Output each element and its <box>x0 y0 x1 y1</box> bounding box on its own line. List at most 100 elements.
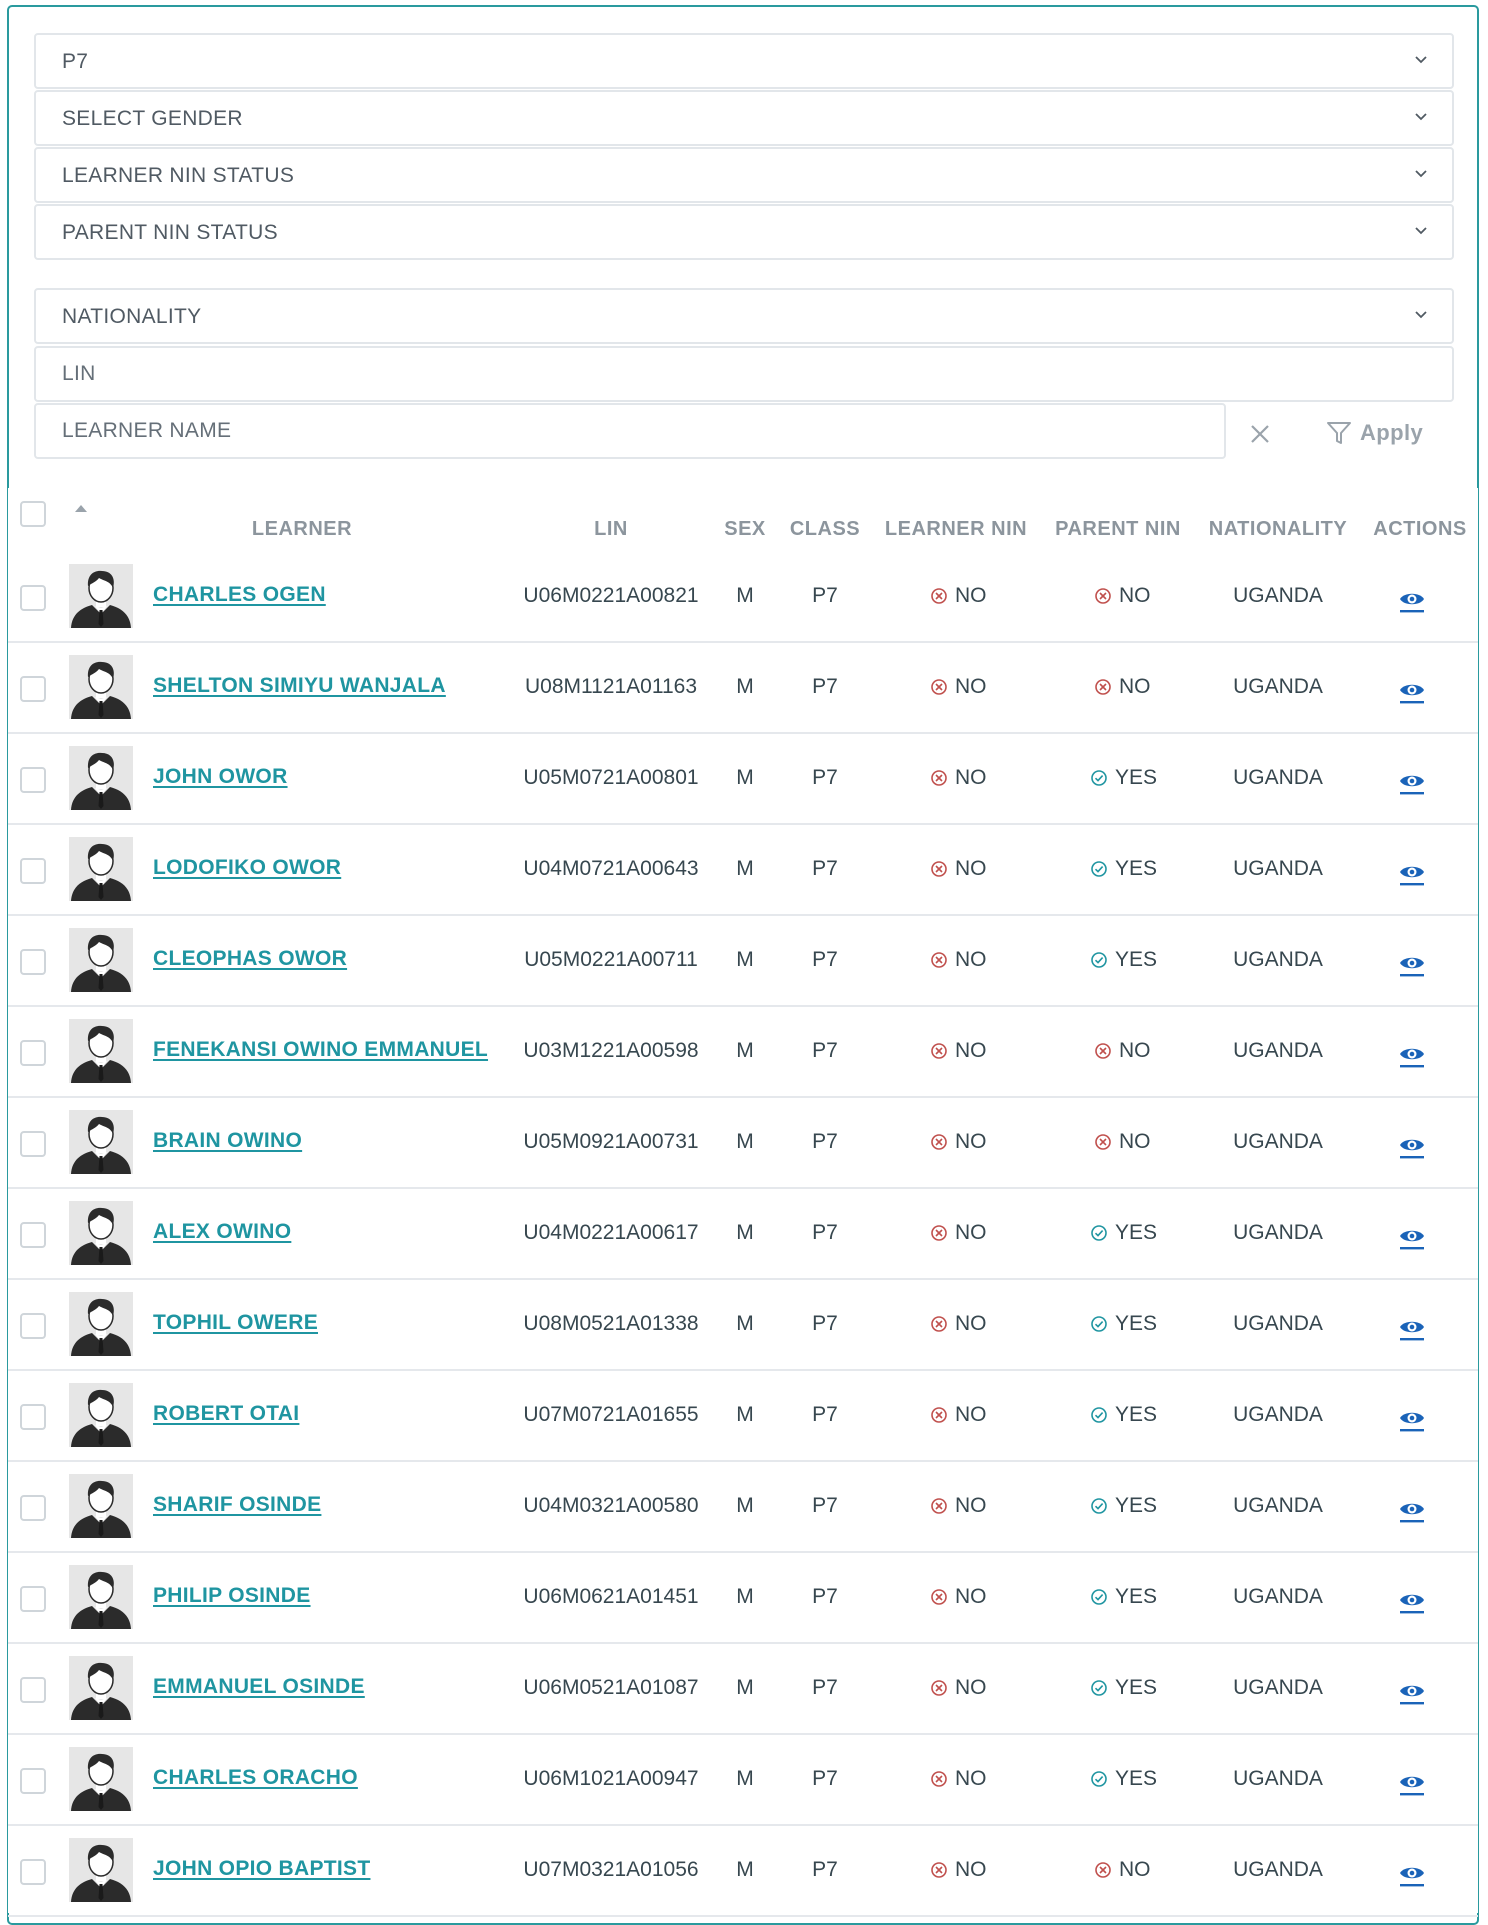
view-eye-icon[interactable] <box>1398 950 1426 978</box>
learner-name-input[interactable] <box>36 405 1224 457</box>
person-icon <box>69 1838 133 1902</box>
learner-name-link[interactable]: EMMANUEL OSINDE <box>153 1675 365 1699</box>
header-actions: ACTIONS <box>1373 518 1467 540</box>
learner-name-link[interactable]: SHELTON SIMIYU WANJALA <box>153 674 446 698</box>
row-checkbox[interactable] <box>20 1495 46 1521</box>
learner-nin-cell: NO <box>930 1221 987 1245</box>
learner-nin-value: NO <box>955 675 987 698</box>
parent-nin-cell: YES <box>1090 1585 1157 1609</box>
learner-name-link[interactable]: PHILIP OSINDE <box>153 1584 311 1608</box>
nationality-cell: UGANDA <box>1233 1585 1323 1608</box>
lin-field <box>34 346 1454 402</box>
learner-nin-value: NO <box>955 766 987 789</box>
row-checkbox[interactable] <box>20 1586 46 1612</box>
row-checkbox[interactable] <box>20 1313 46 1339</box>
view-eye-icon[interactable] <box>1398 1496 1426 1524</box>
sex-cell: M <box>736 857 754 880</box>
nationality-select[interactable]: NATIONALITY <box>34 288 1454 344</box>
parent-nin-cell: NO <box>1094 584 1151 608</box>
view-eye-icon[interactable] <box>1398 1405 1426 1433</box>
learner-name-link[interactable]: SHARIF OSINDE <box>153 1493 321 1517</box>
learner-name-link[interactable]: CHARLES ORACHO <box>153 1766 358 1790</box>
row-checkbox[interactable] <box>20 676 46 702</box>
row-checkbox[interactable] <box>20 1040 46 1066</box>
learner-name-link[interactable]: ALEX OWINO <box>153 1220 291 1244</box>
apply-filter-button[interactable]: Apply <box>1326 418 1423 448</box>
learner-name-link[interactable]: ROBERT OTAI <box>153 1402 299 1426</box>
table-row: CHARLES OGEN U06M0221A00821 M P7 NO NO UGANDA <box>8 552 1478 643</box>
learner-nin-value: NO <box>955 1767 987 1790</box>
table-row: SHARIF OSINDE U04M0321A00580 M P7 NO YES UGAND… <box>8 1462 1478 1553</box>
row-checkbox[interactable] <box>20 1859 46 1885</box>
learner-name-link[interactable]: FENEKANSI OWINO EMMANUEL <box>153 1038 488 1062</box>
row-checkbox[interactable] <box>20 858 46 884</box>
parent-nin-value: YES <box>1115 1585 1158 1608</box>
learner-name-link[interactable]: LODOFIKO OWOR <box>153 856 341 880</box>
no-status-icon <box>931 588 947 604</box>
header-learner[interactable]: LEARNER <box>252 518 352 541</box>
header-sex[interactable]: SEX <box>724 518 766 541</box>
row-checkbox[interactable] <box>20 1677 46 1703</box>
learner-nin-status-select[interactable]: LEARNER NIN STATUS <box>34 147 1454 203</box>
class-cell: P7 <box>812 584 838 607</box>
row-checkbox[interactable] <box>20 1404 46 1430</box>
header-nationality[interactable]: NATIONALITY <box>1209 518 1347 541</box>
view-eye-icon[interactable] <box>1398 1041 1426 1069</box>
chevron-down-icon <box>1415 170 1427 178</box>
nationality-cell: UGANDA <box>1233 1312 1323 1335</box>
gender-select[interactable]: SELECT GENDER <box>34 90 1454 146</box>
person-icon <box>69 1565 133 1629</box>
header-parent-nin[interactable]: PARENT NIN <box>1055 518 1181 541</box>
lin-cell: U04M0221A00617 <box>523 1221 699 1244</box>
class-cell: P7 <box>812 1858 838 1881</box>
row-checkbox[interactable] <box>20 767 46 793</box>
view-eye-icon[interactable] <box>1398 677 1426 705</box>
view-eye-icon[interactable] <box>1398 1860 1426 1888</box>
no-status-icon <box>931 1862 947 1878</box>
avatar <box>69 746 133 810</box>
yes-status-icon <box>1091 1498 1107 1514</box>
view-eye-icon[interactable] <box>1398 1678 1426 1706</box>
clear-icon[interactable] <box>1246 420 1274 448</box>
no-status-icon <box>931 1043 947 1059</box>
learner-name-link[interactable]: TOPHIL OWERE <box>153 1311 318 1335</box>
learner-name-link[interactable]: CLEOPHAS OWOR <box>153 947 347 971</box>
avatar <box>69 1110 133 1174</box>
learner-name-link[interactable]: CHARLES OGEN <box>153 583 326 607</box>
row-checkbox[interactable] <box>20 949 46 975</box>
view-eye-icon[interactable] <box>1398 1223 1426 1251</box>
class-select[interactable]: P7 <box>34 33 1454 89</box>
avatar <box>69 1838 133 1902</box>
view-eye-icon[interactable] <box>1398 859 1426 887</box>
no-status-icon <box>1095 1043 1111 1059</box>
row-checkbox[interactable] <box>20 1768 46 1794</box>
table-row: JOHN OPIO BAPTIST U07M0321A01056 M P7 NO NO UG… <box>8 1826 1478 1917</box>
parent-nin-value: YES <box>1115 1767 1158 1790</box>
parent-nin-value: NO <box>1119 584 1151 607</box>
header-lin[interactable]: LIN <box>594 518 628 541</box>
row-checkbox[interactable] <box>20 1222 46 1248</box>
parent-nin-cell: YES <box>1090 857 1157 881</box>
parent-nin-status-select[interactable]: PARENT NIN STATUS <box>34 204 1454 260</box>
view-eye-icon[interactable] <box>1398 1314 1426 1342</box>
select-all-checkbox[interactable] <box>20 501 46 527</box>
row-checkbox[interactable] <box>20 585 46 611</box>
lin-input[interactable] <box>36 348 1452 400</box>
view-eye-icon[interactable] <box>1398 586 1426 614</box>
learner-nin-value: NO <box>955 1039 987 1062</box>
learner-name-link[interactable]: BRAIN OWINO <box>153 1129 302 1153</box>
view-eye-icon[interactable] <box>1398 768 1426 796</box>
learner-nin-value: NO <box>955 857 987 880</box>
header-learner-nin[interactable]: LEARNER NIN <box>885 518 1027 541</box>
parent-nin-value: YES <box>1115 1403 1158 1426</box>
person-icon <box>69 1110 133 1174</box>
header-class[interactable]: CLASS <box>790 518 860 541</box>
table-row: SHELTON SIMIYU WANJALA U08M1121A01163 M P7 N… <box>8 643 1478 734</box>
view-eye-icon[interactable] <box>1398 1132 1426 1160</box>
view-eye-icon[interactable] <box>1398 1587 1426 1615</box>
row-checkbox[interactable] <box>20 1131 46 1157</box>
learner-name-link[interactable]: JOHN OWOR <box>153 765 288 789</box>
learner-name-link[interactable]: JOHN OPIO BAPTIST <box>153 1857 370 1881</box>
sort-up-icon[interactable] <box>72 502 90 514</box>
view-eye-icon[interactable] <box>1398 1769 1426 1797</box>
